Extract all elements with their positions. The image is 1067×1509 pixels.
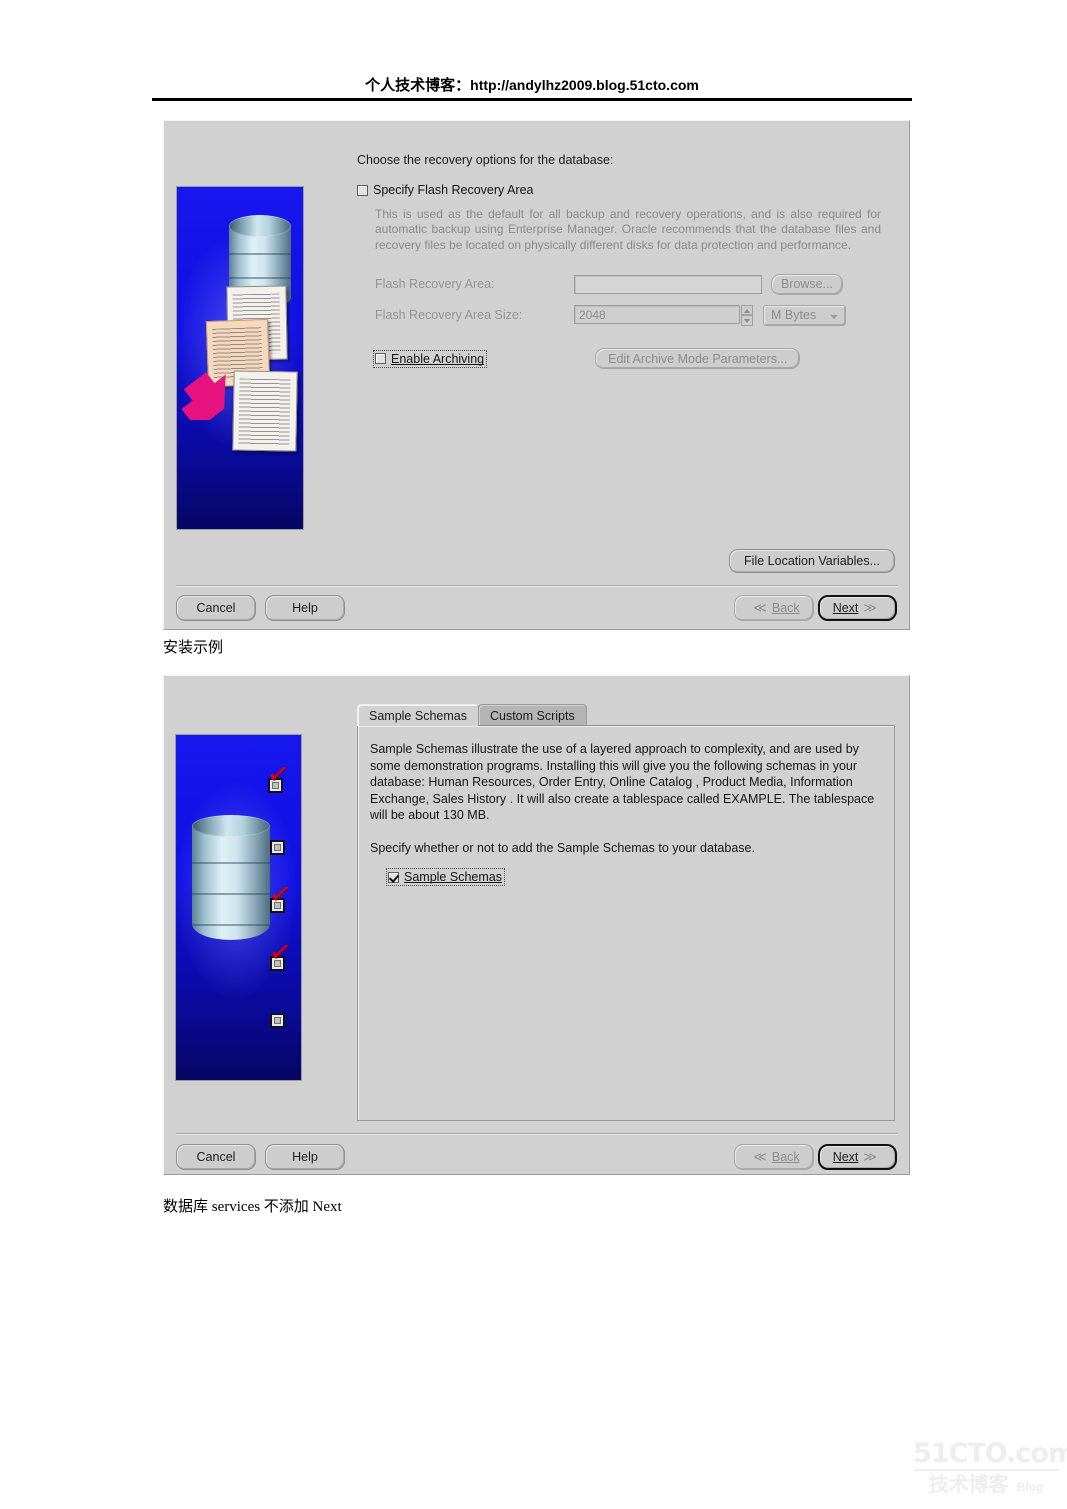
page-header-url: http://andylhz2009.blog.51cto.com <box>470 77 699 93</box>
file-location-variables-button[interactable]: File Location Variables... <box>729 549 895 573</box>
specify-flash-recovery-area-label: Specify Flash Recovery Area <box>373 183 534 197</box>
schemas-tabstrip: Sample Schemas Custom Scripts <box>357 703 895 726</box>
sample-schemas-checkbox[interactable] <box>388 871 399 883</box>
flash-recovery-area-size-input[interactable]: 2048 <box>574 304 740 324</box>
cylinder-ring <box>192 862 270 864</box>
schemas-button-bar: Cancel Help ≪ Back Next ≫ <box>176 1144 897 1170</box>
file-location-variables-wrap: File Location Variables... <box>729 549 895 573</box>
page-header-title: 个人技术博客： <box>365 78 471 94</box>
back-button[interactable]: ≪ Back <box>734 595 814 621</box>
chevron-double-right-icon: ≫ <box>863 600 877 615</box>
watermark-site-name: 51CTO.com <box>913 1438 1067 1471</box>
browse-button[interactable]: Browse... <box>771 273 843 295</box>
next-button[interactable]: Next ≫ <box>817 595 897 621</box>
recovery-button-separator <box>176 585 897 587</box>
enable-archiving-checkbox[interactable] <box>375 353 386 365</box>
site-watermark: 51CTO.com 技术博客 Blog <box>913 1438 1067 1501</box>
enable-archiving-focus[interactable]: Enable Archiving <box>373 349 488 368</box>
enable-archiving-row: Enable Archiving Edit Archive Mode Param… <box>373 348 895 370</box>
help-button[interactable]: Help <box>265 1144 345 1170</box>
next-button-label: Next <box>832 601 859 615</box>
chevron-double-right-icon: ≫ <box>863 1149 877 1164</box>
back-button-label: Back <box>771 1150 800 1164</box>
size-spinner[interactable]: 2048 <box>574 304 753 326</box>
cylinder-body <box>192 826 270 940</box>
cancel-button[interactable]: Cancel <box>176 1144 256 1170</box>
caption-services: 数据库 services 不添加 Next <box>163 1199 342 1215</box>
sample-schemas-focus[interactable]: Sample Schemas <box>386 868 505 886</box>
document-lines <box>238 378 291 446</box>
cylinder-ring <box>229 277 291 279</box>
checkbox-inner <box>274 844 281 851</box>
sample-schemas-checkbox-label: Sample Schemas <box>404 870 502 884</box>
watermark-cn-text: 技术博客 <box>928 1474 1009 1496</box>
sample-schemas-description: Sample Schemas illustrate the use of a l… <box>370 742 875 822</box>
caption-install-example: 安装示例 <box>163 640 224 656</box>
flash-recovery-area-input[interactable] <box>574 274 762 294</box>
back-button[interactable]: ≪ Back <box>734 1144 814 1170</box>
header-divider <box>152 98 912 101</box>
specify-flash-recovery-area-checkbox[interactable] <box>357 185 368 196</box>
recovery-form: Choose the recovery options for the data… <box>357 153 895 370</box>
database-cylinder-icon <box>182 805 280 961</box>
spinner-up-icon[interactable] <box>741 304 753 316</box>
chevron-double-left-icon: ≪ <box>753 600 767 615</box>
schemas-illustration: ✓ ✓ ✓ <box>175 734 302 1081</box>
illustration-checkbox-5 <box>270 1013 285 1028</box>
back-button-label: Back <box>771 601 800 615</box>
spinner-buttons[interactable] <box>741 304 753 326</box>
recovery-help-text: This is used as the default for all back… <box>375 207 881 252</box>
next-button[interactable]: Next ≫ <box>817 1144 897 1170</box>
illustration-check-mark-3: ✓ <box>266 877 294 912</box>
recovery-fields: Flash Recovery Area: Browse... Flash Rec… <box>375 273 895 326</box>
sample-schemas-checkbox-row[interactable]: Sample Schemas <box>386 868 505 886</box>
magenta-arrow-icon <box>181 372 226 420</box>
watermark-blog-text: Blog <box>1016 1480 1044 1494</box>
specify-flash-recovery-area-row[interactable]: Specify Flash Recovery Area <box>357 183 895 197</box>
flash-recovery-area-size-label: Flash Recovery Area Size: <box>375 308 523 323</box>
checkbox-inner <box>274 1017 281 1024</box>
spinner-down-icon[interactable] <box>741 315 753 326</box>
size-units-dropdown[interactable]: M Bytes <box>763 304 846 326</box>
illustration-checkbox-2 <box>270 840 285 855</box>
enable-archiving-label: Enable Archiving <box>391 351 485 366</box>
flash-recovery-area-size-row: Flash Recovery Area Size: 2048 M Bytes <box>375 304 895 326</box>
flash-recovery-area-row: Flash Recovery Area: Browse... <box>375 273 895 295</box>
recovery-prompt: Choose the recovery options for the data… <box>357 153 614 167</box>
cancel-button[interactable]: Cancel <box>176 595 256 621</box>
illustration-check-mark-1: ✓ <box>264 757 292 792</box>
sample-schemas-instruction: Specify whether or not to add the Sample… <box>370 840 755 855</box>
help-button[interactable]: Help <box>265 595 345 621</box>
next-button-label: Next <box>832 1150 859 1164</box>
cylinder-ring <box>192 924 270 926</box>
recovery-button-bar: Cancel Help ≪ Back Next ≫ <box>176 595 897 621</box>
sample-schemas-panel: Sample Schemas illustrate the use of a l… <box>357 725 895 1121</box>
page-header: 个人技术博客：http://andylhz2009.blog.51cto.com <box>152 74 912 95</box>
recovery-illustration <box>176 186 304 530</box>
chevron-double-left-icon: ≪ <box>753 1149 767 1164</box>
sample-schemas-dialog: ✓ ✓ ✓ Sample Schemas Custom Scripts Samp… <box>163 675 910 1175</box>
recovery-options-dialog: Choose the recovery options for the data… <box>163 120 910 630</box>
watermark-subtitle: 技术博客 Blog <box>913 1471 1059 1501</box>
illustration-check-mark-4: ✓ <box>266 935 294 970</box>
cylinder-ring <box>192 893 270 895</box>
cylinder-top <box>192 815 270 837</box>
schemas-button-separator <box>176 1133 897 1135</box>
flash-recovery-area-label: Flash Recovery Area: <box>375 277 495 292</box>
cylinder-ring <box>229 253 291 255</box>
tab-custom-scripts[interactable]: Custom Scripts <box>477 704 587 726</box>
cylinder-top <box>229 215 291 237</box>
tab-sample-schemas[interactable]: Sample Schemas <box>357 704 479 726</box>
edit-archive-mode-parameters-button[interactable]: Edit Archive Mode Parameters... <box>595 348 801 370</box>
